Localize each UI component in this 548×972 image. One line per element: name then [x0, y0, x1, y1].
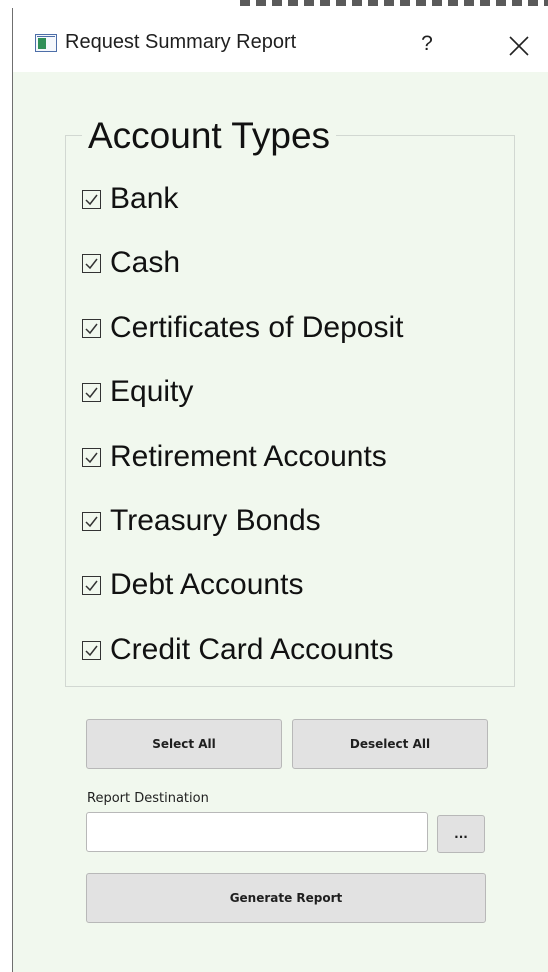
checkbox-checked-icon [82, 575, 101, 595]
select-all-button[interactable]: Select All [86, 719, 282, 769]
browse-button[interactable]: ... [437, 815, 485, 853]
group-title: Account Types [82, 114, 337, 158]
checkbox-cash[interactable]: Cash [82, 242, 180, 284]
checkbox-credit-card-accounts[interactable]: Credit Card Accounts [82, 629, 393, 671]
generate-report-button[interactable]: Generate Report [86, 873, 486, 923]
checkbox-checked-icon [82, 640, 101, 660]
top-dashed-border [240, 0, 548, 6]
app-window-icon [35, 34, 57, 52]
checkbox-checked-icon [82, 382, 101, 402]
checkbox-checked-icon [82, 189, 101, 209]
checkbox-label: Cash [110, 246, 181, 279]
checkbox-certificates-of-deposit[interactable]: Certificates of Deposit [82, 307, 403, 349]
checkbox-label: Debt Accounts [110, 568, 304, 601]
deselect-all-button[interactable]: Deselect All [292, 719, 488, 769]
account-types-group: Account Types Bank Cash Certificates of … [65, 114, 515, 687]
checkbox-label: Bank [110, 182, 179, 215]
close-icon [509, 36, 529, 56]
checkbox-label: Credit Card Accounts [110, 633, 394, 666]
dialog-content: Account Types Bank Cash Certificates of … [13, 72, 548, 972]
close-button[interactable] [499, 26, 537, 62]
icon-panel [38, 38, 46, 49]
checkbox-equity[interactable]: Equity [82, 371, 193, 413]
title-bar: Request Summary Report ? [13, 8, 548, 72]
report-destination-input[interactable] [86, 812, 428, 852]
checkbox-label: Treasury Bonds [110, 504, 321, 537]
checkbox-label: Equity [110, 375, 194, 408]
checkbox-retirement-accounts[interactable]: Retirement Accounts [82, 436, 387, 478]
checkbox-checked-icon [82, 447, 101, 467]
dialog-window: Request Summary Report ? Account Types B… [12, 8, 548, 972]
checkbox-debt-accounts[interactable]: Debt Accounts [82, 564, 303, 606]
checkbox-checked-icon [82, 253, 101, 273]
checkbox-label: Certificates of Deposit [110, 311, 404, 344]
checkbox-checked-icon [82, 318, 101, 338]
help-button[interactable]: ? [410, 28, 444, 60]
checkbox-bank[interactable]: Bank [82, 178, 178, 220]
icon-title-bar [37, 36, 55, 37]
checkbox-label: Retirement Accounts [110, 440, 387, 473]
report-destination-label: Report Destination [87, 791, 209, 806]
checkbox-checked-icon [82, 511, 101, 531]
window-title: Request Summary Report [65, 31, 297, 53]
checkbox-treasury-bonds[interactable]: Treasury Bonds [82, 500, 321, 542]
